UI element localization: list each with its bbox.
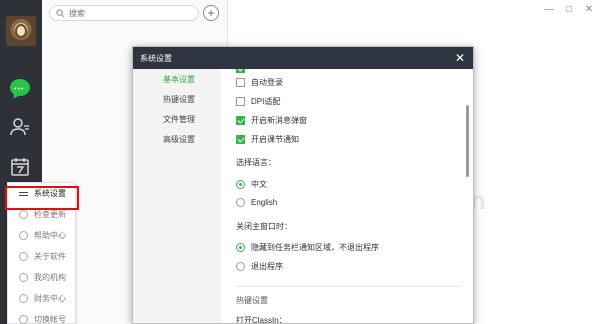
highlight-box xyxy=(5,186,79,210)
nav-file-management[interactable]: 文件管理 xyxy=(133,109,221,129)
checkbox[interactable] xyxy=(236,116,245,125)
search-icon xyxy=(56,8,65,17)
checkbox[interactable] xyxy=(236,69,245,73)
checkbox[interactable] xyxy=(236,135,245,144)
checkbox[interactable] xyxy=(236,97,245,106)
contacts-icon[interactable] xyxy=(9,116,31,138)
add-button[interactable]: + xyxy=(203,5,219,21)
close-hide-to-tray[interactable]: 隐藏到任务栏通知区域，不退出程序 xyxy=(236,242,379,253)
chat-icon[interactable]: ••• xyxy=(9,76,31,98)
dialog-body: 自动登录 DPI适配 开启新消息弹窗 开启课节通知 选择语言： 中文 Engli… xyxy=(221,69,473,323)
institution-icon xyxy=(19,273,28,282)
close-exit-program[interactable]: 退出程序 xyxy=(236,261,283,272)
radio[interactable] xyxy=(236,180,245,189)
settings-dialog: 系统设置 ✕ 基本设置 热键设置 文件管理 高级设置 自动登录 DPI适配 开启… xyxy=(132,46,474,324)
avatar[interactable] xyxy=(6,16,36,46)
checkbox[interactable] xyxy=(236,78,245,87)
menu-item-switch-account[interactable]: 切换帐号 xyxy=(8,309,75,324)
close-window-button[interactable]: ✕ xyxy=(584,4,594,15)
dialog-close-button[interactable]: ✕ xyxy=(453,51,467,65)
maximize-button[interactable]: □ xyxy=(564,4,574,15)
open-classin-label: 打开ClassIn： xyxy=(236,316,287,323)
option-dpi[interactable]: DPI适配 xyxy=(236,96,280,107)
radio[interactable] xyxy=(236,243,245,252)
option-row-hidden[interactable] xyxy=(236,69,251,73)
search-box[interactable] xyxy=(49,5,199,21)
dialog-header: 系统设置 ✕ xyxy=(133,47,473,69)
nav-basic-settings[interactable]: 基本设置 xyxy=(133,69,221,89)
language-label: 选择语言： xyxy=(236,158,276,167)
dialog-title: 系统设置 xyxy=(140,53,172,63)
option-new-message-popup[interactable]: 开启新消息弹窗 xyxy=(236,115,307,126)
radio[interactable] xyxy=(236,262,245,271)
language-english[interactable]: English xyxy=(236,198,277,207)
minimize-button[interactable]: — xyxy=(544,4,554,15)
update-icon xyxy=(19,210,28,219)
window-controls: — □ ✕ xyxy=(544,4,594,15)
hotkey-section-label: 热键设置 xyxy=(236,296,268,305)
search-input[interactable] xyxy=(69,8,189,18)
switch-account-icon xyxy=(19,315,28,324)
radio[interactable] xyxy=(236,198,245,207)
menu-item-my-institution[interactable]: 我的机构 xyxy=(8,267,75,288)
dialog-nav: 基本设置 热键设置 文件管理 高级设置 xyxy=(133,69,221,323)
menu-item-about[interactable]: 关于软件 xyxy=(8,246,75,267)
info-icon xyxy=(19,252,28,261)
nav-advanced-settings[interactable]: 高级设置 xyxy=(133,129,221,149)
menu-item-help-center[interactable]: 帮助中心 xyxy=(8,225,75,246)
divider xyxy=(236,286,461,287)
option-lesson-notify[interactable]: 开启课节通知 xyxy=(236,134,299,145)
scrollbar[interactable] xyxy=(466,105,469,177)
language-chinese[interactable]: 中文 xyxy=(236,179,267,190)
help-icon xyxy=(19,231,28,240)
option-auto-login[interactable]: 自动登录 xyxy=(236,77,283,88)
menu-item-finance-center[interactable]: 财务中心 xyxy=(8,288,75,309)
finance-icon xyxy=(19,294,28,303)
nav-hotkey-settings[interactable]: 热键设置 xyxy=(133,89,221,109)
close-main-label: 关闭主窗口时： xyxy=(236,222,292,231)
calendar-icon[interactable] xyxy=(9,156,31,178)
